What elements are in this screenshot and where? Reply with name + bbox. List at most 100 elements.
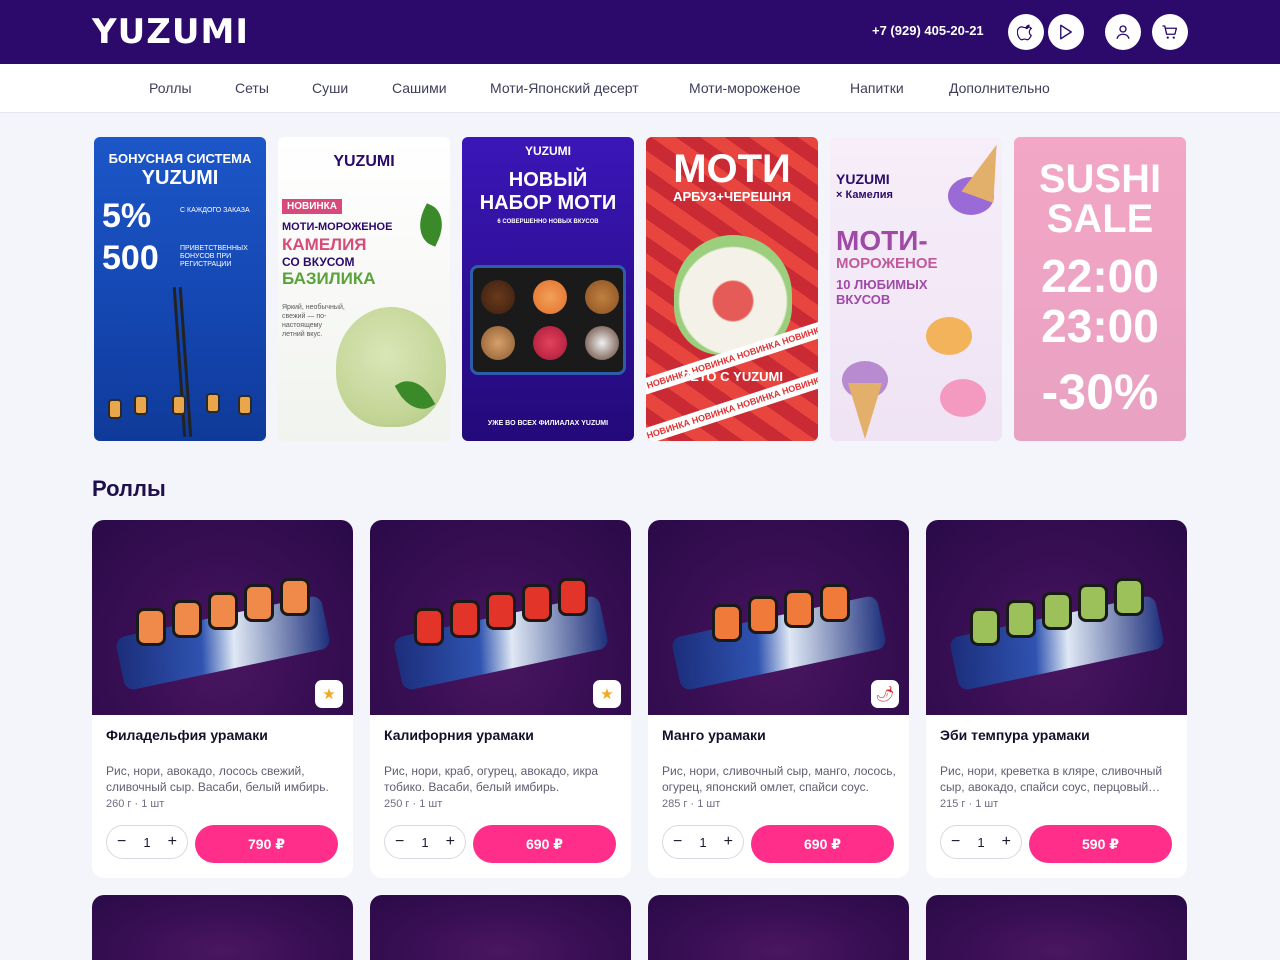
product-image: ★: [92, 520, 353, 715]
product-card[interactable]: ★ Филадельфия урамаки Рис, нори, авокадо…: [92, 520, 353, 878]
product-card[interactable]: [648, 895, 909, 960]
sale-end-time: 23:00: [1041, 300, 1159, 352]
product-card[interactable]: [92, 895, 353, 960]
sale-start-time: 22:00: [1041, 250, 1159, 302]
cart-button[interactable]: [1152, 14, 1188, 50]
logo[interactable]: YUZUMI: [92, 14, 249, 50]
nav-item-rolls[interactable]: Роллы: [149, 80, 192, 96]
section-title: Роллы: [92, 476, 166, 501]
roll-piece: [206, 393, 220, 413]
plus-icon[interactable]: +: [1002, 833, 1011, 851]
product-image: [92, 895, 353, 960]
nav-item-drinks[interactable]: Напитки: [850, 80, 904, 96]
mochi-ball: [481, 280, 515, 314]
account-button[interactable]: [1105, 14, 1141, 50]
quantity-stepper: − 1 +: [940, 825, 1022, 859]
banner-mochi-icecream-flavors[interactable]: YUZUMI × Камелия МОТИ- МОРОЖЕНОЕ 10 ЛЮБИ…: [830, 137, 1002, 441]
product-image: [370, 895, 631, 960]
bonus-amount-note: ПРИВЕТСТВЕННЫХ БОНУСОВ ПРИ РЕГИСТРАЦИИ: [180, 245, 248, 268]
roll-piece: [136, 608, 166, 646]
basil-leaf: [411, 203, 450, 247]
quantity-value: 1: [143, 834, 151, 850]
quantity-value: 1: [977, 834, 985, 850]
banner-line: МОТИ-: [836, 225, 928, 256]
minus-icon[interactable]: −: [117, 833, 126, 851]
spicy-badge: 🌶: [871, 680, 899, 708]
apple-store-button[interactable]: [1008, 14, 1044, 50]
star-icon: ★: [322, 686, 336, 703]
roll-piece: [820, 584, 850, 622]
nav-item-sushi[interactable]: Суши: [312, 80, 348, 96]
nav-item-mochi-dessert[interactable]: Моти-Японский десерт: [490, 80, 639, 96]
roll-piece: [784, 590, 814, 628]
product-weight: 215 г · 1 шт: [940, 798, 999, 810]
roll-piece: [522, 584, 552, 622]
roll-piece: [1114, 578, 1144, 616]
minus-icon[interactable]: −: [951, 833, 960, 851]
roll-piece: [414, 608, 444, 646]
mochi-box-image: [470, 265, 626, 375]
mochi-image: [336, 307, 446, 427]
nav-item-sashimi[interactable]: Сашими: [392, 80, 447, 96]
banner-sushi-sale[interactable]: SUSHI SALE 22:00 23:00 -30%: [1014, 137, 1186, 441]
mochi-ball: [533, 280, 567, 314]
mochi-ball: [481, 326, 515, 360]
minus-icon[interactable]: −: [673, 833, 682, 851]
hit-badge: ★: [593, 680, 621, 708]
product-description: Рис, нори, креветка в кляре, сливочный с…: [940, 764, 1163, 794]
banner-mochi-watermelon[interactable]: МОТИ АРБУЗ+ЧЕРЕШНЯ НОВИНКА НОВИНКА НОВИН…: [646, 137, 818, 441]
product-image: [926, 520, 1187, 715]
nav-item-mochi-icecream[interactable]: Моти-мороженое: [689, 80, 800, 96]
roll-piece: [280, 578, 310, 616]
banner-title: МОТИ: [673, 147, 791, 191]
quantity-stepper: − 1 +: [662, 825, 744, 859]
roll-piece: [108, 399, 122, 419]
product-card[interactable]: 🌶 Манго урамаки Рис, нори, сливочный сыр…: [648, 520, 909, 878]
banner-line: НОВЫЙ: [508, 169, 588, 191]
hit-badge: ★: [315, 680, 343, 708]
add-to-cart-button[interactable]: 690 ₽: [473, 825, 616, 863]
plus-icon[interactable]: +: [446, 833, 455, 851]
plus-icon[interactable]: +: [168, 833, 177, 851]
product-card[interactable]: [926, 895, 1187, 960]
add-to-cart-button[interactable]: 590 ₽: [1029, 825, 1172, 863]
product-card[interactable]: Эби темпура урамаки Рис, нори, креветка …: [926, 520, 1187, 878]
product-image: ★: [370, 520, 631, 715]
roll-piece: [486, 592, 516, 630]
add-to-cart-button[interactable]: 690 ₽: [751, 825, 894, 863]
banner-subtitle: АРБУЗ+ЧЕРЕШНЯ: [673, 189, 791, 204]
banner-new-mochi-set[interactable]: YUZUMI НОВЫЙ НАБОР МОТИ 6 СОВЕРШЕННО НОВ…: [462, 137, 634, 441]
plus-icon[interactable]: +: [724, 833, 733, 851]
roll-piece: [134, 395, 148, 415]
add-to-cart-button[interactable]: 790 ₽: [195, 825, 338, 863]
product-card[interactable]: ★ Калифорния урамаки Рис, нори, краб, ог…: [370, 520, 631, 878]
banner-partner: × Камелия: [836, 189, 893, 201]
bonus-percent: 5%: [102, 197, 152, 235]
google-play-button[interactable]: [1048, 14, 1084, 50]
banner-mochi-basil[interactable]: YUZUMI НОВИНКА МОТИ-МОРОЖЕНОЕ КАМЕЛИЯ СО…: [278, 137, 450, 441]
roll-piece: [712, 604, 742, 642]
banner-line: 10 ЛЮБИМЫХ: [836, 277, 928, 292]
apple-icon: [1017, 24, 1033, 41]
banner-line: SALE: [1014, 197, 1186, 242]
minus-icon[interactable]: −: [395, 833, 404, 851]
bonus-amount: 500: [102, 239, 159, 277]
product-name: Калифорния урамаки: [384, 727, 534, 743]
icecream-cone: [961, 139, 1002, 203]
quantity-value: 1: [421, 834, 429, 850]
roll-piece: [238, 395, 252, 415]
nav-item-extras[interactable]: Дополнительно: [949, 80, 1050, 96]
play-icon: [1060, 24, 1072, 40]
banner-bonus-system[interactable]: БОНУСНАЯ СИСТЕМА YUZUMI 5% С КАЖДОГО ЗАК…: [94, 137, 266, 441]
mochi-ball: [533, 326, 567, 360]
product-card[interactable]: [370, 895, 631, 960]
roll-piece: [1078, 584, 1108, 622]
banner-line: СО ВКУСОМ: [282, 255, 355, 269]
quantity-stepper: − 1 +: [106, 825, 188, 859]
icecream-cone: [848, 383, 882, 439]
quantity-value: 1: [699, 834, 707, 850]
nav-item-sets[interactable]: Сеты: [235, 80, 269, 96]
product-image: [926, 895, 1187, 960]
phone-number[interactable]: +7 (929) 405-20-21: [872, 23, 984, 38]
roll-piece: [748, 596, 778, 634]
